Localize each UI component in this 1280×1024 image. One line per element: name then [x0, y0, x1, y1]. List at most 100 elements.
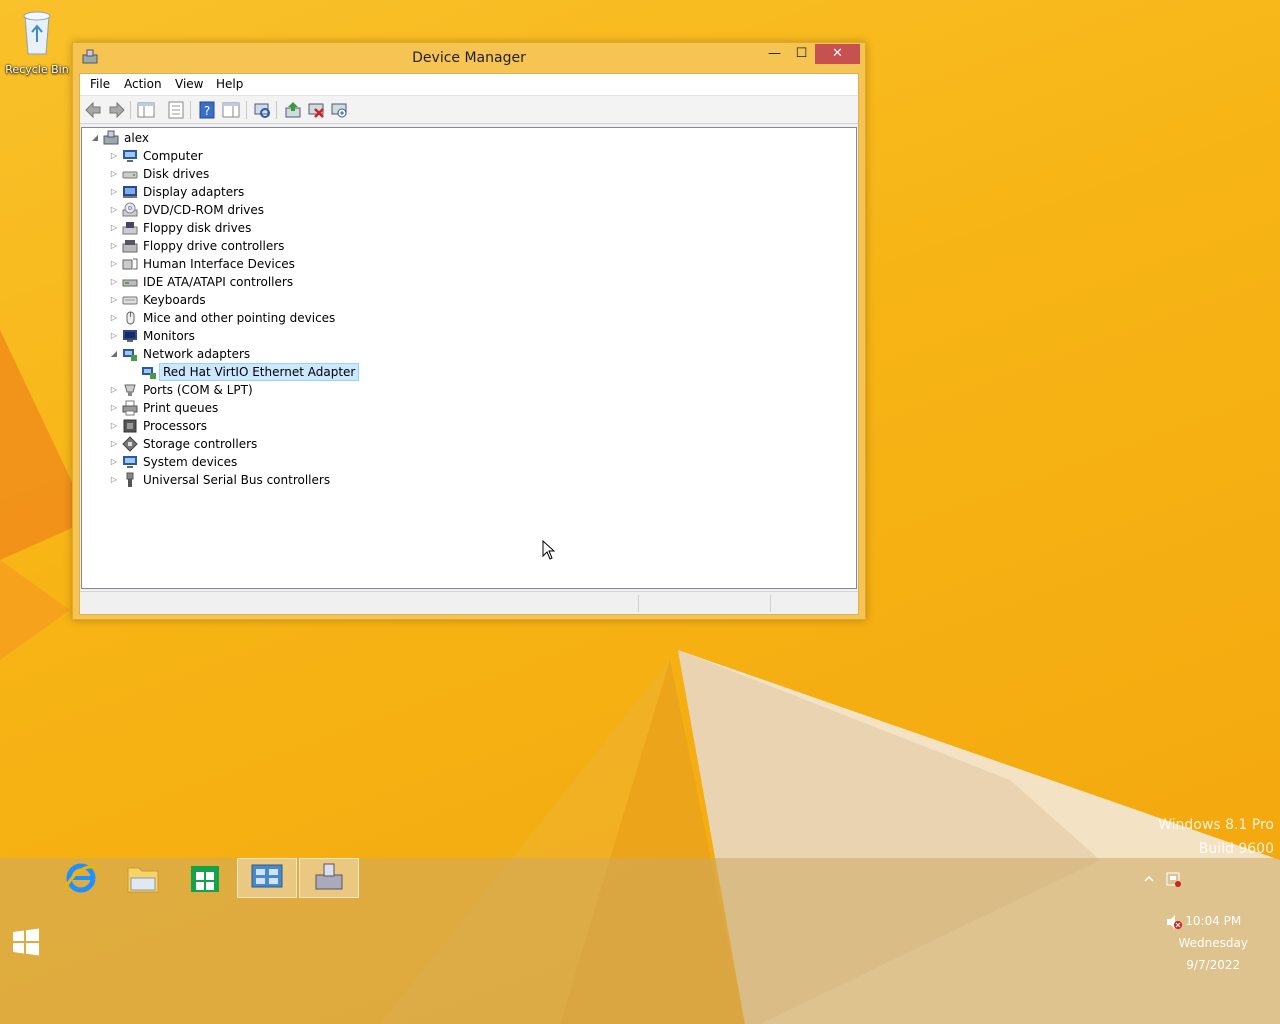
uninstall-device-icon[interactable]: [306, 100, 326, 120]
menu-file[interactable]: File: [90, 77, 110, 91]
mouse-cursor-icon: [542, 540, 556, 560]
tree-node-label: Disk drives: [143, 167, 210, 181]
taskbar-control-panel[interactable]: [237, 858, 297, 898]
taskbar-internet-explorer[interactable]: [51, 858, 111, 898]
tree-node-label: Storage controllers: [143, 437, 258, 451]
toolbar: ?: [80, 96, 858, 124]
windows-watermark: Windows 8.1 Pro Build 9600: [1158, 813, 1274, 861]
forward-arrow-icon[interactable]: [106, 100, 126, 120]
port-icon: [124, 384, 136, 396]
store-icon: [191, 866, 219, 892]
menu-bar: File Action View Help: [80, 74, 858, 96]
tree-node-label: IDE ATA/ATAPI controllers: [143, 275, 294, 289]
tree-node-label: Computer: [143, 149, 203, 163]
control-panel-icon: [251, 864, 283, 888]
close-button[interactable]: ✕: [815, 44, 860, 64]
menu-view[interactable]: View: [175, 77, 203, 91]
tree-node-label: Keyboards: [143, 293, 206, 307]
collapse-triangle-icon[interactable]: ◢: [109, 345, 119, 363]
device-tree[interactable]: ◢ alex ▷ Computer ▷ Disk drives ▷ Display adapt…: [81, 127, 857, 589]
expand-triangle-icon[interactable]: ▷: [109, 453, 119, 471]
toolbar-separator: [190, 101, 191, 119]
clock-time: 10:04 PM: [1185, 914, 1242, 928]
expand-triangle-icon[interactable]: ▷: [109, 219, 119, 237]
menu-action[interactable]: Action: [124, 77, 162, 91]
show-hidden-icons-chevron-up-icon[interactable]: [1143, 874, 1155, 884]
add-legacy-hardware-icon[interactable]: [329, 100, 349, 120]
maximize-button[interactable]: ☐: [788, 44, 815, 64]
clock-day: Wednesday: [1178, 936, 1248, 950]
recycle-bin-icon: [23, 11, 51, 55]
svg-text:?: ?: [204, 104, 210, 118]
tree-node-label: DVD/CD-ROM drives: [143, 203, 265, 217]
usb-icon: [126, 472, 134, 487]
taskbar-store[interactable]: [175, 858, 235, 898]
network-adapter-icon: [123, 349, 137, 361]
toolbar-separator: [130, 101, 131, 119]
expand-triangle-icon[interactable]: ▷: [109, 237, 119, 255]
expand-triangle-icon[interactable]: ▷: [109, 255, 119, 273]
status-pane: [770, 595, 856, 612]
system-device-icon: [123, 456, 137, 468]
update-driver-icon[interactable]: [283, 100, 303, 120]
expand-triangle-icon[interactable]: ▷: [109, 399, 119, 417]
action-center-flag-icon[interactable]: [1165, 871, 1183, 889]
monitor-icon: [123, 330, 137, 342]
taskbar-file-explorer[interactable]: [113, 858, 173, 898]
back-arrow-icon[interactable]: [84, 100, 104, 120]
expand-triangle-icon[interactable]: ▷: [109, 381, 119, 399]
expand-triangle-icon[interactable]: ▷: [109, 273, 119, 291]
expand-triangle-icon[interactable]: ▷: [109, 327, 119, 345]
tree-root-computer-icon: [103, 130, 119, 145]
expand-triangle-icon[interactable]: ▷: [109, 147, 119, 165]
menu-help[interactable]: Help: [216, 77, 243, 91]
start-button-windows-logo-icon[interactable]: [12, 928, 40, 956]
display-adapter-icon: [123, 186, 137, 198]
toolbar-separator: [276, 101, 277, 119]
expand-triangle-icon[interactable]: ▷: [109, 471, 119, 489]
storage-controller-icon: [122, 436, 138, 452]
file-explorer-icon: [127, 867, 159, 893]
system-clock[interactable]: 10:04 PM Wednesday 9/7/2022: [1179, 910, 1248, 976]
help-icon[interactable]: ?: [197, 100, 217, 120]
device-manager-window: Device Manager — ☐ ✕ File Action View He…: [72, 42, 866, 620]
printer-icon: [122, 400, 138, 416]
properties-icon[interactable]: [166, 100, 186, 120]
floppy-disk-icon: [122, 222, 138, 235]
scan-hardware-changes-icon[interactable]: [252, 100, 272, 120]
tree-node-label: System devices: [143, 455, 238, 469]
tree-node-label: Floppy drive controllers: [143, 239, 285, 253]
status-pane: [638, 595, 770, 612]
tree-node-label: Display adapters: [143, 185, 245, 199]
expand-triangle-icon[interactable]: ▷: [109, 201, 119, 219]
tree-node-label: Mice and other pointing devices: [143, 311, 336, 325]
minimize-button[interactable]: —: [761, 44, 788, 64]
tree-node-label: Network adapters: [143, 347, 251, 361]
window-title: Device Manager: [412, 50, 526, 66]
expand-triangle-icon[interactable]: ▷: [109, 165, 119, 183]
taskbar-device-manager[interactable]: [299, 858, 359, 898]
tree-node-label: Processors: [143, 419, 208, 433]
tree-node-label: Red Hat VirtIO Ethernet Adapter: [159, 363, 360, 381]
ethernet-adapter-icon: [142, 367, 156, 379]
expand-triangle-icon[interactable]: ▷: [109, 435, 119, 453]
show-action-pane-icon[interactable]: [221, 100, 241, 120]
show-hide-console-tree-icon[interactable]: [136, 100, 156, 120]
recycle-bin-label: Recycle Bin: [5, 63, 69, 76]
toolbar-separator: [246, 101, 247, 119]
computer-icon: [123, 150, 137, 162]
tree-node-label: Ports (COM & LPT): [143, 383, 253, 397]
expand-triangle-icon[interactable]: ▷: [109, 183, 119, 201]
expand-triangle-icon[interactable]: ▷: [109, 417, 119, 435]
clock-date: 9/7/2022: [1186, 958, 1241, 972]
title-bar[interactable]: Device Manager — ☐ ✕: [73, 43, 865, 73]
internet-explorer-icon: [63, 863, 98, 893]
status-bar: [80, 591, 858, 614]
keyboard-icon: [122, 296, 138, 305]
expand-triangle-icon[interactable]: ▷: [109, 291, 119, 309]
expand-triangle-icon[interactable]: ▷: [109, 309, 119, 327]
recycle-bin[interactable]: Recycle Bin: [4, 6, 70, 76]
collapse-triangle-icon[interactable]: ◢: [90, 129, 100, 147]
taskbar: 10:04 PM Wednesday 9/7/2022: [0, 858, 1280, 1024]
tree-node-label: Print queues: [143, 401, 219, 415]
